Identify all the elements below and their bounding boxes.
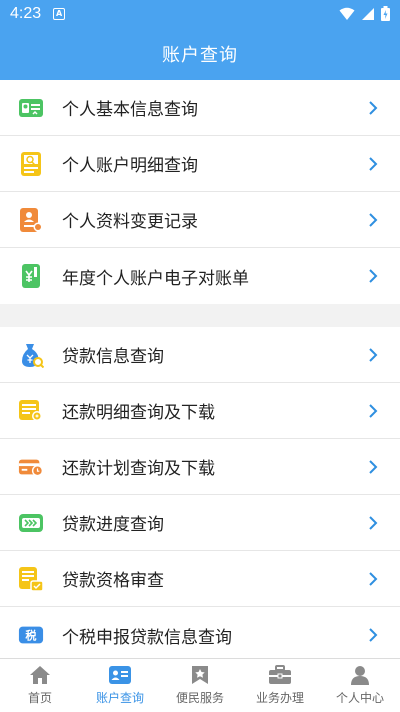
id-card-icon [18, 95, 44, 121]
status-bar: 4:23 A [0, 0, 400, 27]
list-item-label: 贷款信息查询 [62, 347, 164, 367]
chevron-right-icon [369, 269, 378, 283]
list-item-label: 个人基本信息查询 [62, 100, 198, 120]
account-card-icon [109, 666, 131, 684]
chevron-right-icon [369, 100, 378, 115]
chevron-right-icon [369, 212, 378, 227]
list-item-loan-info[interactable]: 贷款信息查询 [0, 327, 400, 383]
tab-convenience-services[interactable]: 便民服务 [160, 659, 240, 712]
page-title: 账户查询 [162, 44, 238, 66]
tab-business[interactable]: 业务办理 [240, 659, 320, 712]
loan-progress-icon [18, 510, 44, 536]
repayment-detail-icon [18, 398, 44, 424]
list-item-label: 年度个人账户电子对账单 [62, 268, 249, 289]
app-notification-icon: A [53, 7, 66, 20]
list-item-label: 还款计划查询及下载 [62, 459, 215, 479]
tab-label: 账户查询 [95, 691, 144, 705]
chevron-right-icon [369, 347, 378, 362]
tab-home[interactable]: 首页 [0, 659, 80, 712]
tab-label: 便民服务 [175, 691, 224, 705]
person-icon [351, 666, 369, 685]
list-item-profile-change[interactable]: 个人资料变更记录 [0, 192, 400, 248]
status-icons [339, 6, 390, 21]
bookmark-star-icon [192, 666, 208, 684]
loan-query-list: 贷款信息查询 还款明细查询及下载 还款计划查询及下载 贷款进度查询 贷款资格审查… [0, 327, 400, 663]
repayment-plan-icon [18, 454, 44, 480]
status-time: 4:23 [10, 4, 42, 22]
list-item-account-detail[interactable]: 个人账户明细查询 [0, 136, 400, 192]
list-item-repayment-detail[interactable]: 还款明细查询及下载 [0, 383, 400, 439]
list-item-basic-info[interactable]: 个人基本信息查询 [0, 80, 400, 136]
chevron-right-icon [369, 515, 378, 530]
chevron-right-icon [369, 403, 378, 418]
list-item-label: 个人账户明细查询 [62, 156, 198, 176]
tab-label: 个人中心 [335, 691, 384, 705]
chevron-right-icon [369, 571, 378, 586]
yuan-statement-icon [18, 263, 44, 289]
app-header: 账户查询 [0, 27, 400, 80]
chevron-right-icon [369, 156, 378, 171]
list-item-label: 个税申报贷款信息查询 [62, 627, 232, 648]
money-bag-search-icon [18, 342, 44, 368]
profile-change-icon [18, 207, 44, 233]
bottom-navigation: 首页 账户查询 便民服务 业务办理 个人中心 [0, 658, 400, 712]
document-search-icon [18, 151, 44, 177]
list-item-label: 还款明细查询及下载 [62, 403, 215, 423]
account-query-list: 个人基本信息查询 个人账户明细查询 个人资料变更记录 年度个人账户电子对账单 [0, 80, 400, 304]
qualification-review-icon [18, 566, 44, 592]
list-item-repayment-plan[interactable]: 还款计划查询及下载 [0, 439, 400, 495]
tax-icon: 税 [18, 622, 44, 648]
tab-account-query[interactable]: 账户查询 [80, 659, 160, 712]
list-item-annual-statement[interactable]: 年度个人账户电子对账单 [0, 248, 400, 304]
list-item-tax-loan-info[interactable]: 税 个税申报贷款信息查询 [0, 607, 400, 663]
list-item-label: 贷款进度查询 [62, 515, 164, 535]
briefcase-icon [269, 665, 291, 684]
signal-icon [362, 7, 374, 20]
tab-label: 首页 [27, 691, 52, 705]
list-item-loan-progress[interactable]: 贷款进度查询 [0, 495, 400, 551]
list-item-label: 贷款资格审查 [62, 571, 164, 591]
tax-icon-text: 税 [25, 629, 36, 643]
home-icon [30, 666, 50, 684]
list-item-qualification-review[interactable]: 贷款资格审查 [0, 551, 400, 607]
battery-icon [381, 6, 390, 21]
list-item-label: 个人资料变更记录 [62, 212, 198, 232]
chevron-right-icon [369, 459, 378, 474]
tab-label: 业务办理 [255, 691, 304, 705]
tab-personal-center[interactable]: 个人中心 [320, 659, 400, 712]
chevron-right-icon [369, 628, 378, 642]
wifi-icon [339, 7, 355, 20]
